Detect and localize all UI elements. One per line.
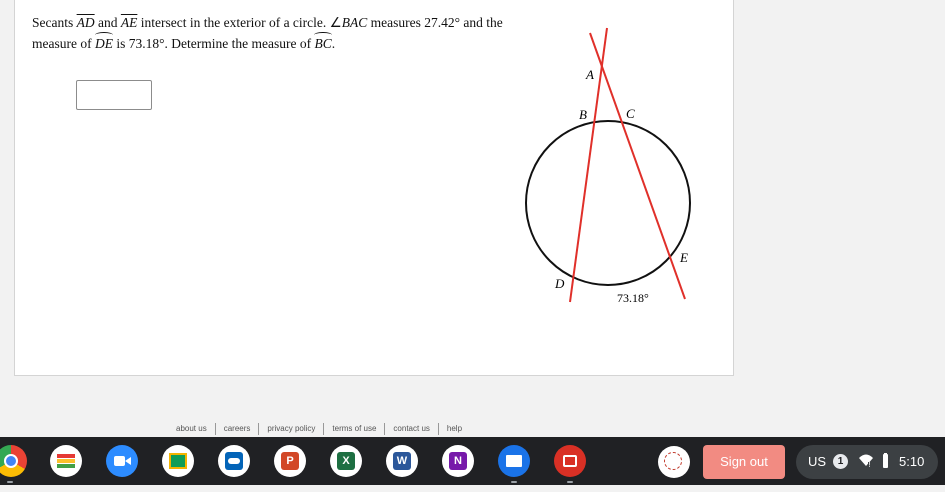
- circle: [525, 120, 691, 286]
- clock: 5:10: [899, 454, 925, 469]
- status-tray[interactable]: US 1 ! 5:10: [796, 445, 938, 479]
- word-letter: W: [393, 452, 411, 470]
- label-e: E: [679, 250, 688, 265]
- excel-icon[interactable]: X: [330, 445, 362, 477]
- powerpoint-icon[interactable]: P: [274, 445, 306, 477]
- books-icon[interactable]: [50, 445, 82, 477]
- circle-diagram: A B C D E 73.18°: [525, 27, 691, 305]
- footer-link-privacy[interactable]: privacy policy: [259, 423, 325, 435]
- chrome-icon[interactable]: [0, 445, 27, 477]
- footer-link-terms[interactable]: terms of use: [324, 423, 386, 435]
- footer-link-contact[interactable]: contact us: [385, 423, 439, 435]
- running-indicator: [7, 481, 13, 483]
- label-b: B: [579, 107, 587, 122]
- shelf: P X W N Sign out US 1 ! 5:10: [0, 437, 945, 485]
- gallery-icon[interactable]: [554, 445, 586, 477]
- question-card: Secants AD and AE intersect in the exter…: [14, 0, 734, 376]
- arc-de-measure: 73.18°: [617, 291, 649, 305]
- onedrive-icon[interactable]: [218, 445, 250, 477]
- files-icon[interactable]: [498, 445, 530, 477]
- sign-out-button[interactable]: Sign out: [703, 445, 785, 479]
- onenote-letter: N: [449, 452, 467, 470]
- notification-count-badge: 1: [833, 454, 848, 469]
- footer-links: about us careers privacy policy terms of…: [168, 422, 470, 436]
- powerpoint-letter: P: [281, 452, 299, 470]
- footer-link-help[interactable]: help: [439, 423, 470, 435]
- word-icon[interactable]: W: [386, 445, 418, 477]
- secant-ae: [589, 32, 686, 300]
- footer-link-about[interactable]: about us: [168, 423, 216, 435]
- excel-letter: X: [337, 452, 355, 470]
- avatar[interactable]: [658, 446, 690, 478]
- running-indicator: [511, 481, 517, 483]
- keyboard-layout: US: [808, 454, 827, 469]
- zoom-icon[interactable]: [106, 445, 138, 477]
- footer-link-careers[interactable]: careers: [216, 423, 260, 435]
- svg-text:!: !: [868, 461, 871, 469]
- label-c: C: [626, 106, 635, 121]
- onenote-icon[interactable]: N: [442, 445, 474, 477]
- label-a: A: [585, 67, 594, 82]
- running-indicator: [567, 481, 573, 483]
- label-d: D: [554, 276, 565, 291]
- classroom-icon[interactable]: [162, 445, 194, 477]
